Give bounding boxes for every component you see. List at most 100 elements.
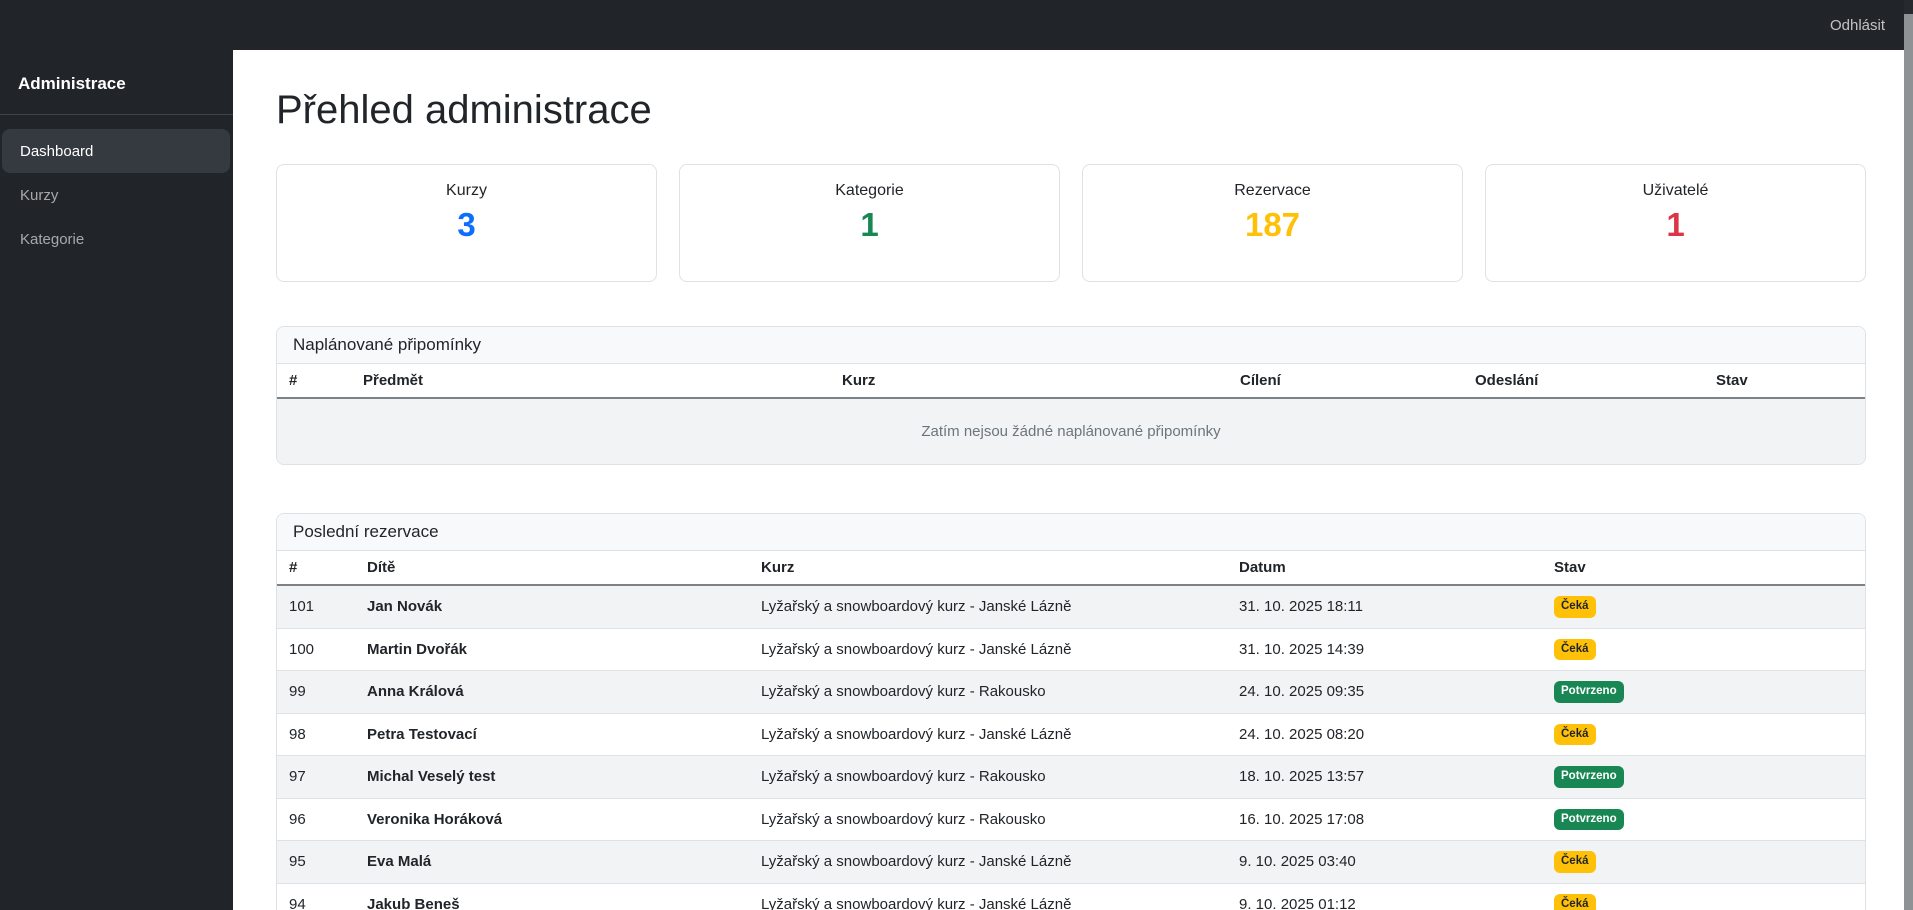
sidebar-item-dashboard[interactable]: Dashboard <box>2 129 230 173</box>
stat-label: Uživatelé <box>1642 182 1709 199</box>
reservation-child: Jan Novák <box>355 585 749 629</box>
reminders-empty-state: Zatím nejsou žádné naplánované připomínk… <box>277 398 1865 464</box>
stat-card-kurzy: Kurzy 3 <box>276 164 657 282</box>
column-header-dite: Dítě <box>355 551 749 586</box>
sidebar-item-kategorie[interactable]: Kategorie <box>2 217 230 261</box>
reservations-card: Poslední rezervace # Dítě Kurz Datum Sta… <box>276 513 1866 910</box>
stat-card-kategorie: Kategorie 1 <box>679 164 1060 282</box>
reservation-id: 101 <box>277 585 355 629</box>
reservation-row: 96 Veronika Horáková Lyžařský a snowboar… <box>277 798 1865 841</box>
reservation-status-cell: Potvrzeno <box>1542 670 1865 714</box>
stat-value: 187 <box>1244 206 1301 243</box>
scrollbar-thumb[interactable] <box>1904 0 1913 14</box>
column-header-kurz: Kurz <box>830 364 1228 399</box>
reservation-status-cell: Potvrzeno <box>1542 755 1865 799</box>
reservation-date: 16. 10. 2025 17:08 <box>1227 798 1542 841</box>
stat-value: 1 <box>1666 206 1685 243</box>
reservation-child: Petra Testovací <box>355 713 749 756</box>
status-badge: Čeká <box>1554 723 1596 745</box>
page-title: Přehled administrace <box>276 88 652 132</box>
sidebar-nav: Dashboard Kurzy Kategorie <box>0 115 233 261</box>
status-badge: Potvrzeno <box>1554 766 1624 788</box>
column-header-id: # <box>277 551 355 586</box>
reservation-status-cell: Čeká <box>1542 628 1865 671</box>
stat-label: Kategorie <box>835 182 904 199</box>
reservation-id: 100 <box>277 628 355 671</box>
reservation-course: Lyžařský a snowboardový kurz - Rakousko <box>749 670 1227 714</box>
stat-value: 1 <box>860 206 879 243</box>
status-badge: Čeká <box>1554 638 1596 660</box>
top-navbar: Odhlásit <box>0 0 1913 50</box>
reservation-row: 98 Petra Testovací Lyžařský a snowboardo… <box>277 713 1865 756</box>
column-header-stav: Stav <box>1542 551 1865 586</box>
column-header-datum: Datum <box>1227 551 1542 586</box>
reservation-course: Lyžařský a snowboardový kurz - Janské Lá… <box>749 713 1227 756</box>
main-content: Přehled administrace Kurzy 3 Kategorie 1… <box>233 50 1904 910</box>
reservation-id: 98 <box>277 713 355 756</box>
reservation-status-cell: Čeká <box>1542 585 1865 629</box>
column-header-kurz: Kurz <box>749 551 1227 586</box>
reservation-date: 18. 10. 2025 13:57 <box>1227 755 1542 799</box>
status-badge: Čeká <box>1554 851 1596 873</box>
reservations-header-row: # Dítě Kurz Datum Stav <box>277 551 1865 586</box>
stat-label: Rezervace <box>1234 182 1311 199</box>
reservation-status-cell: Čeká <box>1542 713 1865 756</box>
logout-link[interactable]: Odhlásit <box>1830 17 1885 34</box>
stats-row: Kurzy 3 Kategorie 1 Rezervace 187 Uživat… <box>276 164 1866 282</box>
reservation-child: Jakub Beneš <box>355 883 749 910</box>
reservation-id: 95 <box>277 840 355 884</box>
status-badge: Potvrzeno <box>1554 681 1624 703</box>
status-badge: Čeká <box>1554 893 1596 910</box>
reservation-row: 95 Eva Malá Lyžařský a snowboardový kurz… <box>277 840 1865 884</box>
reservation-row: 100 Martin Dvořák Lyžařský a snowboardov… <box>277 628 1865 671</box>
reservation-status-cell: Čeká <box>1542 883 1865 910</box>
reminders-header-row: # Předmět Kurz Cílení Odeslání Stav <box>277 364 1865 399</box>
reservation-id: 94 <box>277 883 355 910</box>
reservation-course: Lyžařský a snowboardový kurz - Rakousko <box>749 755 1227 799</box>
reservations-card-title: Poslední rezervace <box>277 514 1865 551</box>
reservation-course: Lyžařský a snowboardový kurz - Janské Lá… <box>749 883 1227 910</box>
reservation-child: Martin Dvořák <box>355 628 749 671</box>
reservation-id: 96 <box>277 798 355 841</box>
reservation-child: Eva Malá <box>355 840 749 884</box>
reminders-card-title: Naplánované připomínky <box>277 327 1865 364</box>
status-badge: Čeká <box>1554 596 1596 618</box>
reservation-course: Lyžařský a snowboardový kurz - Rakousko <box>749 798 1227 841</box>
column-header-predmet: Předmět <box>351 364 830 399</box>
reservation-row: 101 Jan Novák Lyžařský a snowboardový ku… <box>277 585 1865 629</box>
reservation-status-cell: Čeká <box>1542 840 1865 884</box>
reservation-child: Michal Veselý test <box>355 755 749 799</box>
reservation-course: Lyžařský a snowboardový kurz - Janské Lá… <box>749 628 1227 671</box>
reminders-empty-row: Zatím nejsou žádné naplánované připomínk… <box>277 398 1865 464</box>
reservation-child: Anna Králová <box>355 670 749 714</box>
column-header-id: # <box>277 364 351 399</box>
reservation-row: 94 Jakub Beneš Lyžařský a snowboardový k… <box>277 883 1865 910</box>
sidebar-item-kurzy[interactable]: Kurzy <box>2 173 230 217</box>
reservation-id: 97 <box>277 755 355 799</box>
stat-label: Kurzy <box>446 182 487 199</box>
column-header-odeslani: Odeslání <box>1463 364 1704 399</box>
reservation-child: Veronika Horáková <box>355 798 749 841</box>
reminders-table: # Předmět Kurz Cílení Odeslání Stav Zatí… <box>277 364 1865 464</box>
status-badge: Potvrzeno <box>1554 808 1624 830</box>
reservations-tbody: 101 Jan Novák Lyžařský a snowboardový ku… <box>277 585 1865 910</box>
stat-value: 3 <box>457 206 476 243</box>
reservation-date: 24. 10. 2025 09:35 <box>1227 670 1542 714</box>
scrollbar[interactable] <box>1904 0 1913 910</box>
reservation-course: Lyžařský a snowboardový kurz - Janské Lá… <box>749 840 1227 884</box>
reservation-date: 24. 10. 2025 08:20 <box>1227 713 1542 756</box>
stat-card-rezervace: Rezervace 187 <box>1082 164 1463 282</box>
reservation-status-cell: Potvrzeno <box>1542 798 1865 841</box>
column-header-cileni: Cílení <box>1228 364 1463 399</box>
sidebar: Administrace Dashboard Kurzy Kategorie <box>0 50 233 910</box>
stat-card-uzivatele: Uživatelé 1 <box>1485 164 1866 282</box>
column-header-stav: Stav <box>1704 364 1865 399</box>
reservation-date: 31. 10. 2025 18:11 <box>1227 585 1542 629</box>
sidebar-brand: Administrace <box>0 50 233 115</box>
reservation-date: 9. 10. 2025 01:12 <box>1227 883 1542 910</box>
reservation-date: 9. 10. 2025 03:40 <box>1227 840 1542 884</box>
reservation-row: 99 Anna Králová Lyžařský a snowboardový … <box>277 670 1865 714</box>
reservation-id: 99 <box>277 670 355 714</box>
reminders-card: Naplánované připomínky # Předmět Kurz Cí… <box>276 326 1866 465</box>
reservation-date: 31. 10. 2025 14:39 <box>1227 628 1542 671</box>
